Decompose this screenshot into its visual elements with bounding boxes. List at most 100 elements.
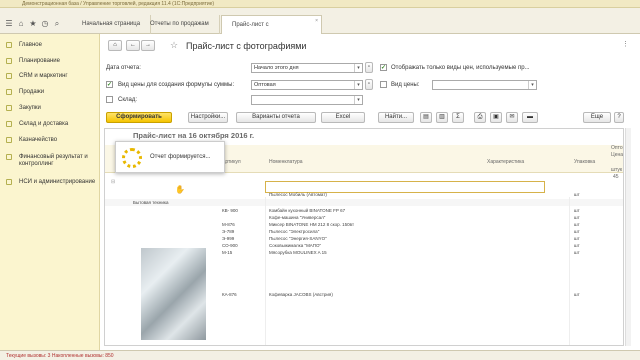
copy-icon[interactable]: ▤ — [420, 112, 432, 123]
history-icon[interactable]: ◷ — [40, 19, 50, 29]
window-titlebar: Демонстрационная база / Управление торго… — [0, 0, 640, 8]
row-name: Кофе-машина "Универсал" — [269, 215, 326, 220]
loading-popup: Отчет формируется... — [115, 141, 225, 173]
sidebar-item-label: Склад и доставка — [19, 121, 69, 127]
paste-icon[interactable]: ▥ — [436, 112, 448, 123]
home-icon[interactable]: ⌂ — [16, 19, 26, 29]
folder-icon[interactable]: ▬ — [522, 112, 538, 123]
list-icon — [6, 105, 12, 111]
more-icon[interactable]: ⋮ — [622, 40, 629, 48]
sidebar-item-label: Финансовый результат и контроллинг — [19, 154, 88, 167]
row-name: Пылесос "Энергия-SANYO" — [269, 236, 327, 241]
show-only-checkbox[interactable]: ✓ — [380, 64, 387, 71]
chevron-down-icon[interactable]: ▾ — [354, 64, 362, 72]
tab-label: Начальная страница — [82, 21, 141, 27]
table-row: Э-999 Пылесос "Энергия-SANYO" шт — [105, 235, 623, 242]
help-button[interactable]: ? — [614, 112, 624, 123]
table-row: Кофе-машина "Универсал" шт — [105, 214, 623, 221]
save-icon[interactable]: ▣ — [490, 112, 502, 123]
row-unit: шт — [574, 215, 580, 220]
row-name: Мясорубка MOULINEX A 15 — [269, 250, 327, 255]
search-icon[interactable]: ⌕ — [52, 19, 62, 29]
excel-button[interactable]: Excel — [321, 112, 365, 123]
more-button[interactable]: Еще — [583, 112, 611, 123]
status-bar: Текущие вызовы: 3 Накопленные вызовы: 85… — [0, 350, 640, 360]
tab-sales-reports[interactable]: Отчеты по продажам — [140, 15, 220, 34]
collapse-icon[interactable]: ⊟ — [111, 179, 115, 187]
row-name: Кофеварка JACOBS (Австрия) — [269, 292, 333, 297]
row-article: КВ- 900 — [222, 208, 238, 213]
row-name: Комбайн кухонный BINATONE FP 67 — [269, 208, 346, 213]
price-type-checkbox[interactable]: ✓ — [106, 81, 113, 88]
list-icon — [6, 154, 12, 160]
list-icon — [6, 137, 12, 143]
sidebar-item-label: Планирование — [19, 58, 60, 64]
row-unit: шт — [574, 236, 580, 241]
chevron-down-icon[interactable]: ▾ — [354, 81, 362, 89]
loading-text: Отчет формируется... — [150, 154, 211, 160]
open-button[interactable]: ▫ — [365, 79, 373, 90]
row-article: Э-999 — [222, 236, 235, 241]
col-package: Упаковка — [574, 159, 596, 165]
spinner-icon — [122, 148, 142, 168]
status-text: Текущие вызовы: 3 Накопленные вызовы: 85… — [6, 353, 114, 359]
chevron-down-icon[interactable]: ▾ — [528, 81, 536, 89]
row-name: Пылесос Мобиль (Автомат) — [269, 192, 327, 197]
forward-button[interactable]: → — [141, 40, 155, 51]
price-kinds-checkbox[interactable] — [380, 81, 387, 88]
row-article: КА-876 — [222, 292, 237, 297]
scrollbar[interactable] — [625, 128, 631, 346]
row-article: М-15 — [222, 250, 233, 255]
report-date-field[interactable]: Начало этого дня ▾ — [251, 63, 363, 73]
row-unit: шт — [574, 208, 580, 213]
price-type-value: Оптовая — [254, 82, 276, 88]
table-row: КВ- 900 Комбайн кухонный BINATONE FP 67 шт — [105, 207, 623, 214]
print-icon[interactable]: ⎙ — [474, 112, 486, 123]
back-button[interactable]: ← — [126, 40, 140, 51]
chevron-down-icon[interactable]: ▾ — [354, 96, 362, 104]
close-icon[interactable]: × — [315, 12, 318, 31]
sidebar-item-label: Закупки — [19, 105, 41, 111]
warehouse-field[interactable]: ▾ — [251, 95, 363, 105]
row-name: Соковыжималка "МАПО" — [269, 243, 322, 248]
group-row: Бытовая техника — [105, 199, 623, 206]
sum-icon[interactable]: Σ — [452, 112, 464, 123]
sidebar-item-label: НСИ и администрирование — [19, 179, 96, 185]
row-article: М-876 — [222, 222, 235, 227]
mail-icon[interactable]: ✉ — [506, 112, 518, 123]
report-date-label: Дата отчета: — [106, 65, 141, 71]
window-title: Демонстрационная база / Управление торго… — [22, 1, 215, 7]
menu-icon[interactable]: ☰ — [4, 19, 14, 29]
row-unit: шт — [574, 250, 580, 255]
price-kinds-field[interactable]: ▾ — [432, 80, 537, 90]
price-type-label: Вид цены для создания формулы суммы: — [118, 82, 235, 88]
row-name: Миксер BINATONE HM 212 8 скор. 150вт — [269, 222, 355, 227]
settings-button[interactable]: Настройки... — [188, 112, 228, 123]
table-row: Э-789 Пылесос "Электросила" шт — [105, 228, 623, 235]
row-name: Пылесос "Электросила" — [269, 229, 320, 234]
find-button[interactable]: Найти... — [378, 112, 414, 123]
warehouse-checkbox[interactable] — [106, 96, 113, 103]
col-price: Цена — [611, 152, 624, 158]
favorite-icon[interactable]: ☆ — [170, 40, 178, 51]
row-unit: шт — [574, 292, 580, 297]
list-icon — [6, 89, 12, 95]
calendar-button[interactable]: ▫ — [365, 62, 373, 73]
variants-button[interactable]: Варианты отчета — [236, 112, 316, 123]
home-button[interactable]: ⌂ — [108, 40, 122, 51]
price-type-field[interactable]: Оптовая ▾ — [251, 80, 363, 90]
star-icon[interactable]: ★ — [28, 19, 38, 29]
col-characteristic: Характеристика — [487, 159, 525, 165]
grid-line — [569, 197, 570, 345]
group-label: Бытовая техника — [133, 200, 169, 205]
generate-button[interactable]: Сформировать — [106, 112, 172, 123]
row-unit: шт — [574, 243, 580, 248]
show-only-label: Отображать только виды цен, используемые… — [391, 65, 530, 71]
table-row: Пылесос Мобиль (Автомат) шт — [105, 191, 623, 198]
list-icon — [6, 42, 12, 48]
top-panel: ☰ ⌂ ★ ◷ ⌕ Начальная страница Отчеты по п… — [0, 8, 640, 47]
row-unit: шт — [574, 229, 580, 234]
tab-price-list[interactable]: Прайс-лист с фотографиями × — [221, 12, 322, 47]
row-article: Э-789 — [222, 229, 235, 234]
report-date-value: Начало этого дня — [254, 65, 299, 71]
